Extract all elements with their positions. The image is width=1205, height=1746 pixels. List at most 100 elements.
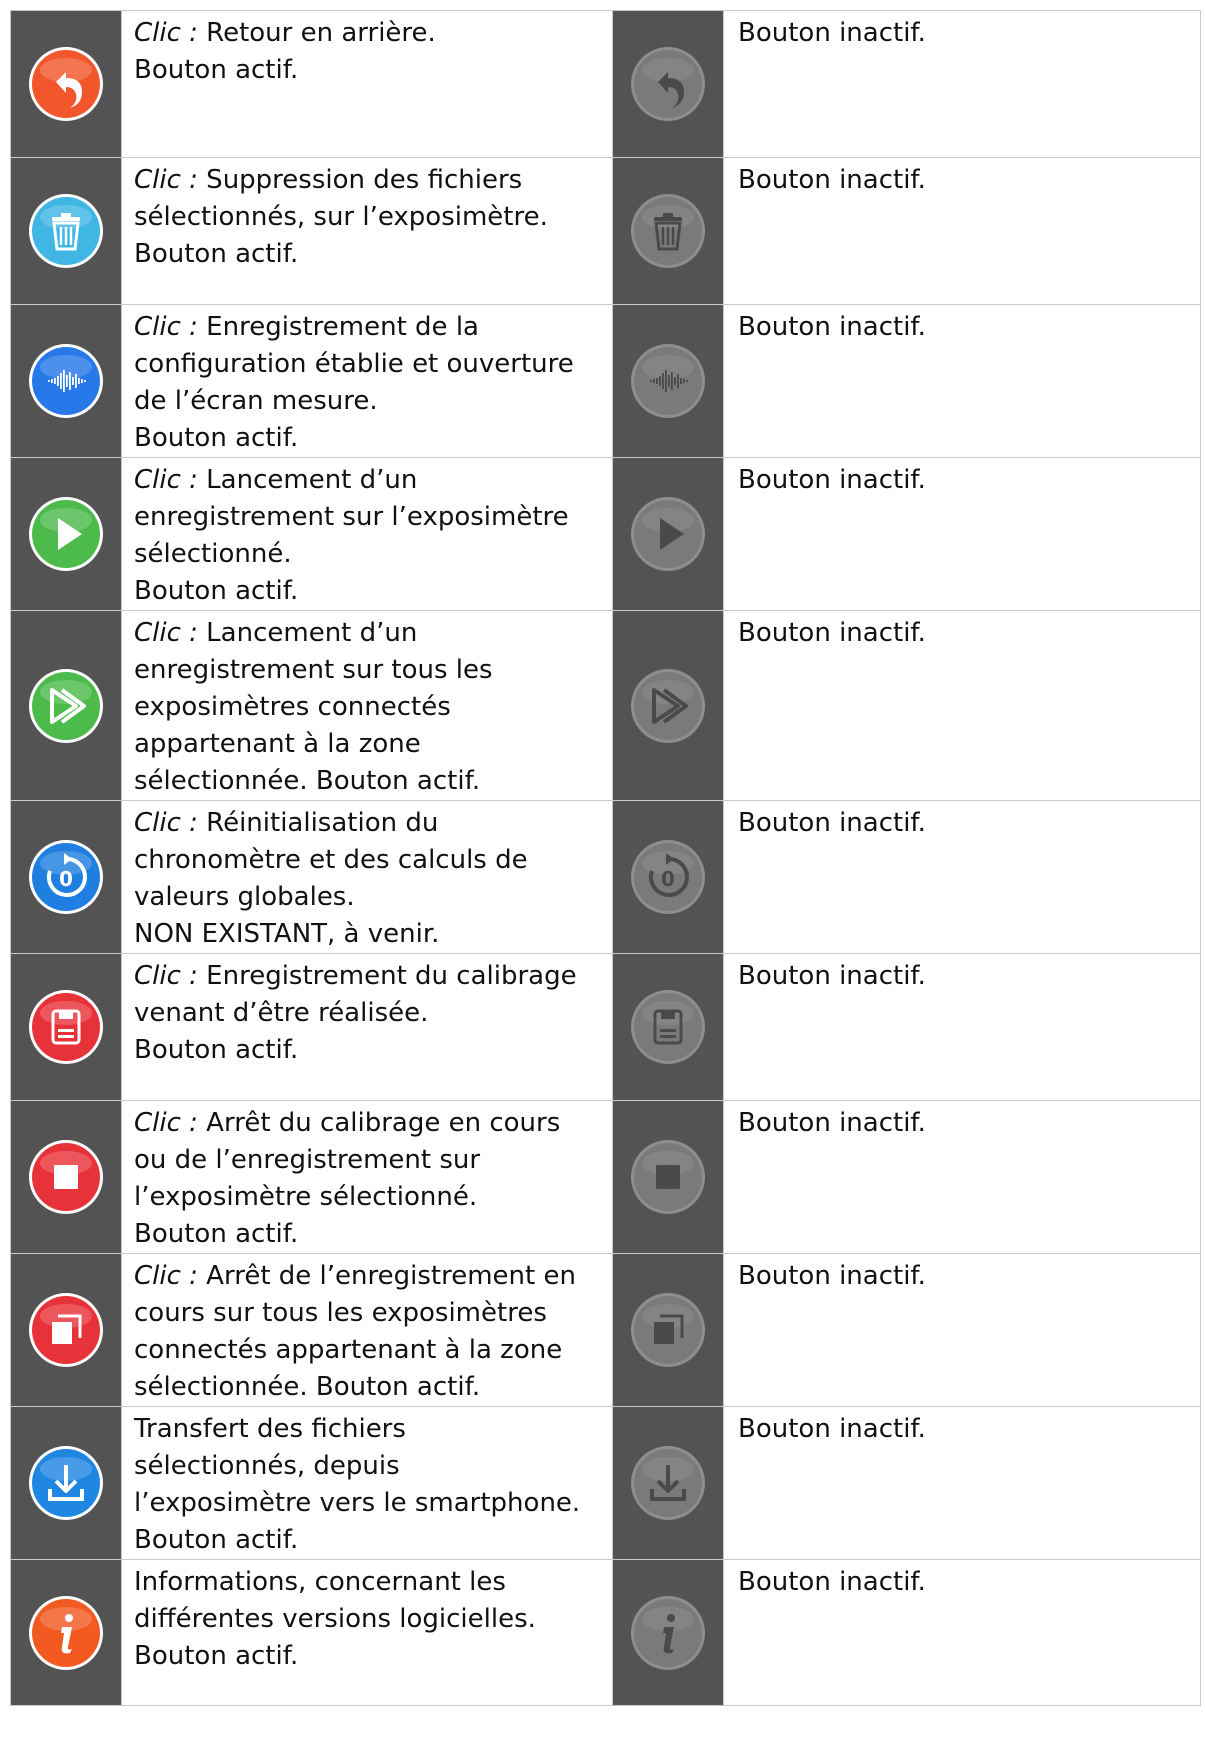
description-line: Clic : Lancement d’un bbox=[134, 615, 600, 652]
description-line: Bouton actif. bbox=[134, 573, 600, 610]
description-line: Bouton actif. bbox=[134, 1216, 600, 1253]
description-text: configuration établie et ouverture bbox=[134, 349, 574, 379]
description-text: venant d’être réalisée. bbox=[134, 998, 429, 1028]
description-text: ou de l’enregistrement sur bbox=[134, 1145, 481, 1175]
inactive-icon-cell bbox=[612, 157, 724, 305]
inactive-description-cell: Bouton inactif. bbox=[723, 800, 1201, 954]
inactive-icon-cell bbox=[612, 304, 724, 458]
trash-icon bbox=[26, 191, 106, 271]
active-icon-cell bbox=[10, 304, 122, 458]
inactive-icon-cell bbox=[612, 1559, 724, 1706]
description-text: appartenant à la zone bbox=[134, 729, 421, 759]
active-icon-cell: 0 bbox=[10, 800, 122, 954]
active-icon-cell bbox=[10, 457, 122, 611]
back-arrow-icon bbox=[26, 44, 106, 124]
stop-all-icon bbox=[26, 1290, 106, 1370]
active-icon-cell bbox=[10, 157, 122, 305]
svg-text:0: 0 bbox=[661, 867, 675, 891]
description-line: Clic : Arrêt de l’enregistrement en bbox=[134, 1258, 600, 1295]
description-line: Bouton actif. bbox=[134, 52, 600, 89]
description-text: Bouton actif. bbox=[134, 239, 299, 269]
description-line: venant d’être réalisée. bbox=[134, 995, 600, 1032]
description-text: l’exposimètre sélectionné. bbox=[134, 1182, 478, 1212]
inactive-description-cell: Bouton inactif. bbox=[723, 1559, 1201, 1706]
description-line: Clic : Arrêt du calibrage en cours bbox=[134, 1105, 600, 1142]
description-line: sélectionné. bbox=[134, 536, 600, 573]
description-text: Arrêt du calibrage en cours bbox=[197, 1108, 561, 1138]
table-row: Clic : Suppression des fichiers sélection… bbox=[10, 157, 1201, 305]
active-icon-cell bbox=[10, 1100, 122, 1254]
description-line: cours sur tous les exposimètres bbox=[134, 1295, 600, 1332]
description-line: Bouton actif. bbox=[134, 1032, 600, 1069]
inactive-icon-cell bbox=[612, 1253, 724, 1407]
play-all-icon bbox=[26, 666, 106, 746]
table-row: Clic : Lancement d’un enregistrement sur … bbox=[10, 457, 1201, 611]
clic-label: Clic : bbox=[134, 465, 198, 495]
table-row: Clic : Lancement d’un enregistrement sur … bbox=[10, 610, 1201, 801]
description-line: Bouton actif. bbox=[134, 236, 600, 273]
description-text: différentes versions logicielles. bbox=[134, 1604, 536, 1634]
description-line: sélectionnée. Bouton actif. bbox=[134, 1369, 600, 1406]
sound-wave-icon bbox=[26, 341, 106, 421]
play-all-icon bbox=[628, 666, 708, 746]
description-line: Clic : Enregistrement de la bbox=[134, 309, 600, 346]
inactive-description-cell: Bouton inactif. bbox=[723, 10, 1201, 158]
clic-label: Clic : bbox=[134, 961, 198, 991]
description-text: Informations, concernant les bbox=[134, 1567, 506, 1597]
description-text: connectés appartenant à la zone bbox=[134, 1335, 563, 1365]
description-cell: Informations, concernant les différentes … bbox=[121, 1559, 613, 1706]
inactive-icon-cell bbox=[612, 953, 724, 1101]
active-icon-cell bbox=[10, 1253, 122, 1407]
description-text: exposimètres connectés bbox=[134, 692, 451, 722]
description-text: cours sur tous les exposimètres bbox=[134, 1298, 547, 1328]
inactive-label: Bouton inactif. bbox=[738, 465, 926, 495]
table-row: Clic : Arrêt du calibrage en cours ou de … bbox=[10, 1100, 1201, 1254]
inactive-label: Bouton inactif. bbox=[738, 1414, 926, 1444]
description-line: enregistrement sur tous les bbox=[134, 652, 600, 689]
trash-icon bbox=[628, 191, 708, 271]
inactive-label: Bouton inactif. bbox=[738, 961, 926, 991]
inactive-description-cell: Bouton inactif. bbox=[723, 304, 1201, 458]
table-row: Clic : Enregistrement du calibrage venant… bbox=[10, 953, 1201, 1101]
stop-all-icon bbox=[628, 1290, 708, 1370]
download-icon bbox=[628, 1443, 708, 1523]
inactive-label: Bouton inactif. bbox=[738, 165, 926, 195]
description-text: de l’écran mesure. bbox=[134, 386, 378, 416]
description-text: Bouton actif. bbox=[134, 55, 299, 85]
back-arrow-icon bbox=[628, 44, 708, 124]
inactive-label: Bouton inactif. bbox=[738, 312, 926, 342]
description-line: l’exposimètre sélectionné. bbox=[134, 1179, 600, 1216]
description-line: Bouton actif. bbox=[134, 1522, 600, 1559]
active-icon-cell bbox=[10, 1406, 122, 1560]
description-line: Bouton actif. bbox=[134, 1638, 600, 1675]
description-line: l’exposimètre vers le smartphone. bbox=[134, 1485, 600, 1522]
description-line: ou de l’enregistrement sur bbox=[134, 1142, 600, 1179]
description-line: sélectionnée. Bouton actif. bbox=[134, 763, 600, 800]
description-line: sélectionnés, depuis bbox=[134, 1448, 600, 1485]
description-text: valeurs globales. bbox=[134, 882, 355, 912]
table-row: Transfert des fichiers sélectionnés, depu… bbox=[10, 1406, 1201, 1560]
description-line: Clic : Suppression des fichiers bbox=[134, 162, 600, 199]
download-icon bbox=[26, 1443, 106, 1523]
description-line: appartenant à la zone bbox=[134, 726, 600, 763]
description-line: de l’écran mesure. bbox=[134, 383, 600, 420]
inactive-icon-cell bbox=[612, 1406, 724, 1560]
clic-label: Clic : bbox=[134, 1108, 198, 1138]
save-icon bbox=[26, 987, 106, 1067]
description-text: sélectionnés, depuis bbox=[134, 1451, 400, 1481]
save-icon bbox=[628, 987, 708, 1067]
description-line: connectés appartenant à la zone bbox=[134, 1332, 600, 1369]
description-text: Bouton actif. bbox=[134, 1035, 299, 1065]
description-text: Lancement d’un bbox=[197, 618, 418, 648]
clic-label: Clic : bbox=[134, 18, 198, 48]
description-text: sélectionnée. Bouton actif. bbox=[134, 766, 481, 796]
table-row: Clic : Retour en arrière. Bouton actif. B… bbox=[10, 10, 1201, 158]
description-text: sélectionné. bbox=[134, 539, 292, 569]
inactive-label: Bouton inactif. bbox=[738, 618, 926, 648]
description-line: Clic : Enregistrement du calibrage bbox=[134, 958, 600, 995]
inactive-icon-cell bbox=[612, 1100, 724, 1254]
active-icon-cell bbox=[10, 953, 122, 1101]
sound-wave-icon bbox=[628, 341, 708, 421]
description-line: chronomètre et des calculs de bbox=[134, 842, 600, 879]
description-text: Enregistrement de la bbox=[197, 312, 479, 342]
